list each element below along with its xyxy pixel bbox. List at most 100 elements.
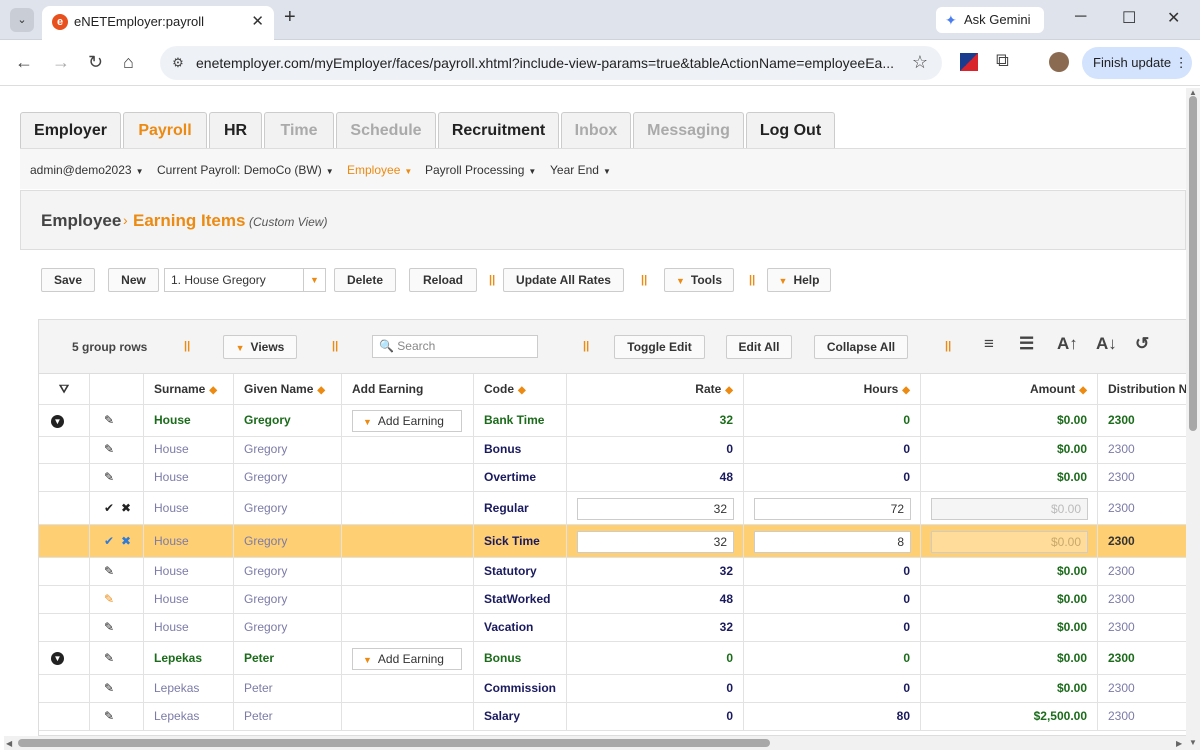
table-row[interactable]: ✔ ✖ House Gregory Sick Time 32 8 $0.00 2300 <box>39 525 1186 558</box>
profile-avatar[interactable] <box>1049 52 1069 72</box>
menu-year-end[interactable]: Year End ▼ <box>550 163 611 177</box>
add-earning-button[interactable]: ▼ Add Earning <box>352 410 462 432</box>
collapse-group-icon[interactable]: ▼ <box>51 652 64 665</box>
tab-employer[interactable]: Employer <box>20 112 121 148</box>
edit-pencil-icon[interactable]: ✎ <box>104 405 114 436</box>
filter-icon[interactable]: ⛛ <box>39 374 90 404</box>
table-row[interactable]: ✎ House Gregory Overtime 48 0 $0.00 2300 <box>39 464 1186 492</box>
tab-hr[interactable]: HR <box>209 112 262 148</box>
close-tab-icon[interactable]: ✕ <box>251 12 264 30</box>
search-input[interactable]: 🔍 Search <box>372 335 538 358</box>
scroll-thumb[interactable] <box>1189 96 1197 431</box>
clear-format-icon[interactable]: ☰ <box>1019 334 1034 354</box>
wrap-text-icon[interactable]: ≡ <box>984 334 994 354</box>
save-button[interactable]: Save <box>41 268 95 292</box>
table-row[interactable]: ▼ ✎ Lepekas Peter ▼ Add Earning Bonus 0 0 $0.00 23… <box>39 642 1186 675</box>
hours-input[interactable]: 72 <box>754 497 911 520</box>
update-all-rates-button[interactable]: Update All Rates <box>503 268 624 292</box>
tab-log-out[interactable]: Log Out <box>746 112 835 148</box>
tab-recruitment[interactable]: Recruitment <box>438 112 559 148</box>
rate-input[interactable]: 32 <box>577 497 734 520</box>
new-button[interactable]: New <box>108 268 159 292</box>
table-row[interactable]: ✎ House Gregory Bonus 0 0 $0.00 2300 <box>39 436 1186 464</box>
reload-button[interactable]: Reload <box>409 268 477 292</box>
add-earning-button[interactable]: ▼ Add Earning <box>352 647 462 670</box>
menu-payroll-processing[interactable]: Payroll Processing ▼ <box>425 163 536 177</box>
forward-icon[interactable]: → <box>52 52 70 73</box>
ask-gemini-button[interactable]: ✦ Ask Gemini <box>936 7 1044 33</box>
confirm-edit-icon[interactable]: ✔ <box>104 525 114 557</box>
menu-current-payroll[interactable]: Current Payroll: DemoCo (BW) ▼ <box>157 163 334 177</box>
scroll-left-icon[interactable]: ◀ <box>6 739 12 748</box>
column-header-code[interactable]: Code ◆ <box>474 374 567 404</box>
table-row[interactable]: ✎ Lepekas Peter Commission 0 0 $0.00 2300 <box>39 675 1186 703</box>
table-row[interactable]: ✎ Lepekas Peter Salary 0 80 $2,500.00 2300 <box>39 703 1186 731</box>
rate-input[interactable]: 32 <box>577 530 734 553</box>
table-row[interactable]: ✔ ✖ House Gregory Regular 32 72 $0.00 2300 <box>39 492 1186 525</box>
confirm-edit-icon[interactable]: ✔ <box>104 492 114 524</box>
edit-pencil-icon[interactable]: ✎ <box>104 436 114 463</box>
table-row[interactable]: ▼ ✎ House Gregory ▼ Add Earning Bank Time 32 0 $0… <box>39 405 1186 437</box>
column-header-hours[interactable]: Hours ◆ <box>744 374 921 404</box>
column-header-given-name[interactable]: Given Name ◆ <box>234 374 342 404</box>
tools-button[interactable]: ▼ Tools <box>664 268 734 292</box>
tab-schedule[interactable]: Schedule <box>336 112 436 148</box>
new-tab-icon[interactable]: + <box>284 6 296 29</box>
reload-icon[interactable]: ↻ <box>88 52 103 73</box>
address-bar[interactable]: ⚙ enetemployer.com/myEmployer/faces/payr… <box>160 46 942 80</box>
close-window-icon[interactable]: ✕ <box>1167 8 1180 28</box>
hours-input[interactable]: 8 <box>754 530 911 553</box>
table-row[interactable]: ✎ House Gregory Vacation 32 0 $0.00 2300 <box>39 614 1186 642</box>
table-row[interactable]: ✎ House Gregory Statutory 32 0 $0.00 2300 <box>39 558 1186 586</box>
decrease-font-icon[interactable]: A↓ <box>1096 334 1117 354</box>
tab-search-icon[interactable]: ⌄ <box>10 8 34 32</box>
column-header-amount[interactable]: Amount ◆ <box>921 374 1098 404</box>
cancel-edit-icon[interactable]: ✖ <box>121 492 131 524</box>
edit-pencil-icon[interactable]: ✎ <box>104 586 114 613</box>
horizontal-scrollbar[interactable]: ◀ ▶ <box>4 736 1186 750</box>
extensions-puzzle-icon[interactable]: ⧉ <box>996 50 1009 71</box>
scroll-thumb[interactable] <box>18 739 770 747</box>
toggle-edit-button[interactable]: Toggle Edit <box>614 335 705 359</box>
edit-all-button[interactable]: Edit All <box>726 335 792 359</box>
tab-messaging[interactable]: Messaging <box>633 112 744 148</box>
edit-pencil-icon[interactable]: ✎ <box>104 642 114 674</box>
reset-icon[interactable]: ↺ <box>1135 334 1149 354</box>
back-icon[interactable]: ← <box>15 52 33 73</box>
maximize-icon[interactable]: ☐ <box>1122 8 1136 28</box>
dropdown-arrow-icon[interactable]: ▼ <box>303 269 325 291</box>
site-info-icon[interactable]: ⚙ <box>168 53 188 73</box>
tab-inbox[interactable]: Inbox <box>561 112 631 148</box>
collapse-group-icon[interactable]: ▼ <box>51 414 64 428</box>
cancel-edit-icon[interactable]: ✖ <box>121 525 131 557</box>
edit-pencil-icon[interactable]: ✎ <box>104 703 114 730</box>
employee-select[interactable]: 1. House Gregory ▼ <box>164 268 326 292</box>
extension-flag-icon[interactable] <box>960 53 978 71</box>
scroll-right-icon[interactable]: ▶ <box>1176 739 1182 748</box>
views-button[interactable]: ▼ Views <box>223 335 297 359</box>
edit-pencil-icon[interactable]: ✎ <box>104 558 114 585</box>
edit-pencil-icon[interactable]: ✎ <box>104 464 114 491</box>
edit-pencil-icon[interactable]: ✎ <box>104 675 114 702</box>
browser-tab[interactable]: e eNETEmployer:payroll ✕ <box>42 6 274 40</box>
delete-button[interactable]: Delete <box>334 268 396 292</box>
edit-pencil-icon[interactable]: ✎ <box>104 614 114 641</box>
tab-payroll[interactable]: Payroll <box>123 112 207 148</box>
column-header-rate[interactable]: Rate ◆ <box>567 374 744 404</box>
scroll-down-icon[interactable]: ▼ <box>1189 738 1197 747</box>
breadcrumb-parent[interactable]: Employee <box>41 211 121 231</box>
column-header-surname[interactable]: Surname ◆ <box>144 374 234 404</box>
minimize-icon[interactable]: ─ <box>1075 8 1086 26</box>
menu-user[interactable]: admin@demo2023 ▼ <box>30 163 144 177</box>
vertical-scrollbar[interactable]: ▲ ▼ <box>1186 88 1200 750</box>
finish-update-button[interactable]: Finish update ⋮ <box>1082 47 1192 79</box>
collapse-all-button[interactable]: Collapse All <box>814 335 908 359</box>
menu-employee[interactable]: Employee ▼ <box>347 163 412 177</box>
tab-time[interactable]: Time <box>264 112 334 148</box>
bookmark-star-icon[interactable]: ☆ <box>912 52 928 73</box>
column-header-distribution[interactable]: Distribution N <box>1098 374 1186 404</box>
increase-font-icon[interactable]: A↑ <box>1057 334 1078 354</box>
table-row[interactable]: ✎ House Gregory StatWorked 48 0 $0.00 2300 <box>39 586 1186 614</box>
home-icon[interactable]: ⌂ <box>123 52 134 73</box>
help-button[interactable]: ▼ Help <box>767 268 831 292</box>
